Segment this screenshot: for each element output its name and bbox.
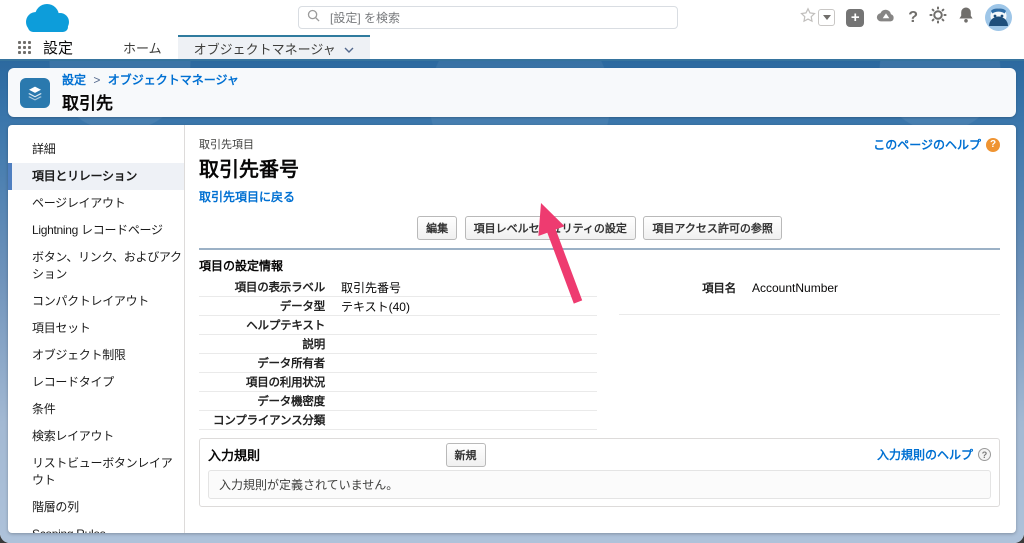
setup-gear-icon[interactable] — [929, 6, 947, 29]
breadcrumb-object-manager-link[interactable]: オブジェクトマネージャ — [108, 73, 239, 87]
favorites-dropdown-button[interactable] — [818, 9, 836, 26]
validation-rules-title: 入力規則 — [208, 448, 261, 463]
sidebar-item-page-layouts[interactable]: ページレイアウト — [8, 190, 184, 217]
detail-row-field-name: 項目名 AccountNumber — [702, 280, 839, 295]
detail-row-compliance-category: コンプライアンス分類 — [199, 411, 597, 430]
sidebar-item-list-view-button-layout[interactable]: リストビューボタンレイアウト — [8, 450, 184, 494]
object-header-card: 設定 > オブジェクトマネージャ 取引先 — [8, 68, 1016, 117]
breadcrumb: 設定 > オブジェクトマネージャ — [62, 71, 239, 88]
detail-row-help-text: ヘルプテキスト — [199, 316, 597, 335]
global-header: [設定] を検索 + ? — [0, 0, 1024, 35]
breadcrumb-separator: > — [93, 73, 101, 87]
field-detail-table: 項目の表示ラベル 取引先番号 データ型 テキスト(40) ヘルプテキスト 説明 — [199, 278, 1000, 430]
tab-object-manager[interactable]: オブジェクトマネージャ — [177, 35, 370, 59]
detail-row-description: 説明 — [199, 335, 597, 354]
salesforce-logo — [16, 1, 78, 40]
tab-home[interactable]: ホーム — [107, 35, 178, 59]
quick-create-button[interactable]: + — [846, 8, 865, 27]
back-to-fields-link[interactable]: 取引先項目に戻る — [199, 188, 295, 205]
detail-row-data-owner: データ所有者 — [199, 354, 597, 373]
sidebar-item-buttons-links-actions[interactable]: ボタン、リンク、およびアクション — [8, 244, 184, 288]
section-divider — [199, 248, 1000, 250]
sidebar-item-object-limits[interactable]: オブジェクト制限 — [8, 342, 184, 369]
sidebar-item-hierarchy-columns[interactable]: 階層の列 — [8, 494, 184, 521]
field-action-buttons: 編集 項目レベルセキュリティの設定 項目アクセス許可の参照 — [199, 216, 1000, 240]
field-information-section-title: 項目の設定情報 — [199, 259, 284, 273]
notifications-bell-icon[interactable] — [958, 6, 974, 29]
help-icon[interactable]: ? — [908, 9, 918, 27]
new-validation-rule-button[interactable]: 新規 — [445, 443, 486, 467]
sidebar-item-details[interactable]: 詳細 — [8, 136, 184, 163]
app-launcher-icon[interactable] — [18, 41, 31, 59]
object-manager-sidebar: 詳細 項目とリレーション ページレイアウト Lightning レコードページ … — [8, 125, 185, 533]
sidebar-item-lightning-record-pages[interactable]: Lightning レコードページ — [8, 217, 184, 244]
browser-window: [設定] を検索 + ? 設定 ホーム オブジェクトマネージャ 設定 > オブジ… — [0, 0, 1024, 543]
sidebar-item-compact-layouts[interactable]: コンパクトレイアウト — [8, 288, 184, 315]
detail-row-field-label: 項目の表示ラベル 取引先番号 — [199, 278, 597, 297]
object-layers-icon — [20, 77, 50, 108]
user-avatar[interactable] — [985, 4, 1012, 31]
sidebar-item-field-sets[interactable]: 項目セット — [8, 315, 184, 342]
sidebar-item-search-layouts[interactable]: 検索レイアウト — [8, 423, 184, 450]
search-icon — [307, 9, 320, 27]
detail-row-empty — [619, 297, 1000, 315]
plus-icon: + — [850, 9, 860, 26]
edit-button[interactable]: 編集 — [417, 216, 458, 240]
validation-rules-panel: 入力規則 新規 入力規則のヘルプ ? 入力規則が定義されていません。 — [199, 438, 1000, 507]
validation-help-question-icon[interactable]: ? — [978, 448, 991, 461]
trailhead-cloud-icon[interactable] — [875, 6, 897, 29]
sidebar-item-fields-relationships[interactable]: 項目とリレーション — [8, 163, 184, 190]
object-title: 取引先 — [62, 94, 113, 113]
favorites-star-icon[interactable] — [800, 7, 817, 28]
global-search-input[interactable]: [設定] を検索 — [298, 6, 678, 29]
sidebar-item-record-types[interactable]: レコードタイプ — [8, 369, 184, 396]
validation-rules-empty-message: 入力規則が定義されていません。 — [208, 470, 991, 499]
help-question-icon[interactable]: ? — [986, 137, 1000, 152]
sidebar-item-scoping-rules[interactable]: Scoping Rules — [8, 521, 184, 533]
set-field-level-security-button[interactable]: 項目レベルセキュリティの設定 — [464, 216, 636, 240]
chevron-down-icon[interactable] — [344, 41, 354, 56]
main-content-card: 詳細 項目とリレーション ページレイアウト Lightning レコードページ … — [8, 125, 1016, 533]
search-placeholder: [設定] を検索 — [330, 11, 401, 25]
field-title: 取引先番号 — [199, 159, 299, 181]
chevron-down-icon — [822, 15, 831, 20]
page-help-link[interactable]: このページのヘルプ — [873, 136, 981, 153]
field-detail-content: 取引先項目 取引先番号 取引先項目に戻る このページのヘルプ ? 編集 項目レベ… — [185, 125, 1016, 533]
view-field-accessibility-button[interactable]: 項目アクセス許可の参照 — [643, 216, 782, 240]
setup-tab-bar: 設定 ホーム オブジェクトマネージャ — [0, 35, 1024, 61]
validation-rules-help-link[interactable]: 入力規則のヘルプ — [877, 446, 973, 463]
detail-row-data-type: データ型 テキスト(40) — [199, 297, 597, 316]
sidebar-item-conditions[interactable]: 条件 — [8, 396, 184, 423]
detail-row-field-usage: 項目の利用状況 — [199, 373, 597, 392]
breadcrumb-setup-link[interactable]: 設定 — [62, 73, 86, 87]
detail-row-data-sensitivity: データ機密度 — [199, 392, 597, 411]
